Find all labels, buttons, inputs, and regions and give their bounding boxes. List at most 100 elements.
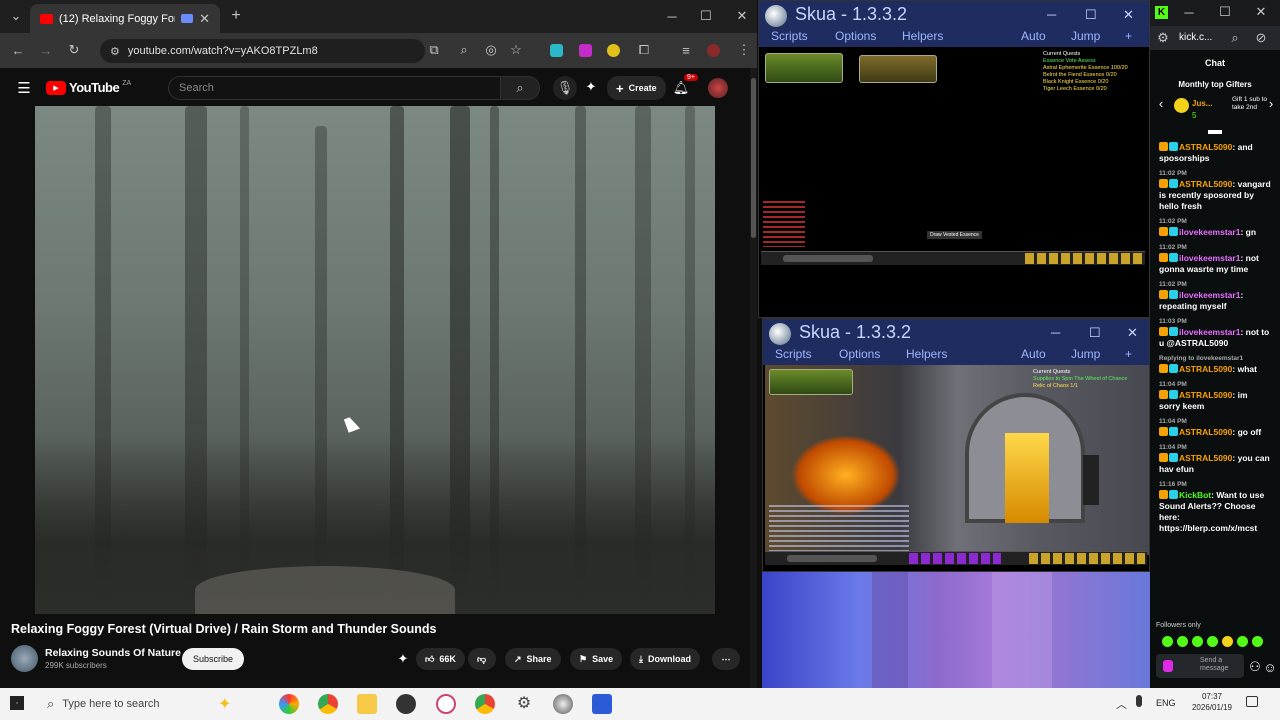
game-viewport[interactable]: Current Quests Supplies to Spin The Whee… bbox=[765, 365, 1149, 555]
close-window-icon[interactable]: ✕ bbox=[734, 8, 750, 24]
close-icon[interactable]: ✕ bbox=[1127, 325, 1138, 341]
chat-message[interactable]: 11:16 PM KickBot: Want to use Sound Alert… bbox=[1150, 477, 1280, 536]
gifter-name[interactable]: Jus... bbox=[1192, 99, 1212, 108]
dislike-button[interactable]: 👎︎ bbox=[468, 648, 496, 670]
back-icon[interactable]: ← bbox=[10, 42, 26, 58]
chevron-right-icon[interactable]: › bbox=[1266, 96, 1276, 111]
maximize-icon[interactable]: ☐ bbox=[1218, 4, 1232, 19]
chat-username[interactable]: ilovekeemstar1 bbox=[1179, 327, 1240, 337]
app-icon[interactable] bbox=[436, 694, 456, 714]
maximize-icon[interactable]: ☐ bbox=[698, 8, 714, 24]
channel-avatar[interactable] bbox=[11, 645, 38, 672]
emote-icon[interactable] bbox=[1162, 636, 1173, 647]
chevron-left-icon[interactable]: ‹ bbox=[1156, 96, 1166, 111]
chat-username[interactable]: ASTRAL5090 bbox=[1179, 427, 1232, 437]
chat-message[interactable]: 11:03 PM ilovekeemstar1: not to u @ASTRAL… bbox=[1150, 314, 1280, 351]
tray-chevron-icon[interactable]: ︿ bbox=[1116, 696, 1127, 712]
extension-icon[interactable] bbox=[579, 44, 592, 57]
menu-plus[interactable]: + bbox=[1125, 347, 1132, 361]
chat-message[interactable]: Replying to ilovekeemstar1 ASTRAL5090: wh… bbox=[1150, 351, 1280, 377]
chrome-icon[interactable] bbox=[318, 694, 338, 714]
tracking-icon[interactable]: ◎ bbox=[483, 42, 499, 58]
minimize-icon[interactable]: ─ bbox=[1182, 5, 1196, 20]
gemini-icon[interactable]: ✦ bbox=[582, 78, 600, 96]
settings-icon[interactable]: ⚙ bbox=[1156, 30, 1170, 45]
obs-icon[interactable] bbox=[396, 694, 416, 714]
install-icon[interactable]: ⧉ bbox=[426, 42, 442, 58]
chat-username[interactable]: ilovekeemstar1 bbox=[1179, 227, 1240, 237]
chat-username[interactable]: ASTRAL5090 bbox=[1179, 179, 1232, 189]
maximize-icon[interactable]: ☐ bbox=[1085, 7, 1097, 23]
create-button[interactable]: + Create bbox=[607, 76, 666, 100]
emote-icon[interactable] bbox=[1252, 636, 1263, 647]
search-icon[interactable]: ⌕ bbox=[500, 76, 540, 100]
extensions-puzzle-icon[interactable]: ⧠ bbox=[636, 42, 652, 58]
chat-message[interactable]: 11:04 PM ASTRAL5090: you can hav efun bbox=[1150, 440, 1280, 477]
site-info-icon[interactable]: ⚙ bbox=[110, 45, 120, 58]
menu-jump[interactable]: Jump bbox=[1071, 29, 1100, 43]
emote-row[interactable] bbox=[1162, 636, 1263, 647]
chrome-profile-icon[interactable] bbox=[475, 694, 495, 714]
chat-username[interactable]: ilovekeemstar1 bbox=[1179, 290, 1240, 300]
menu-scripts[interactable]: Scripts bbox=[775, 347, 812, 361]
address-bar[interactable]: ⚙ youtube.com/watch?v=yAKO8TPZLm8 bbox=[100, 39, 425, 63]
chat-username[interactable]: ASTRAL5090 bbox=[1179, 364, 1232, 374]
game-viewport[interactable]: Current Quests Essence Vote Assess Astra… bbox=[761, 47, 1149, 269]
search-icon[interactable]: ⌕ bbox=[1228, 30, 1242, 45]
emote-icon[interactable] bbox=[1222, 636, 1233, 647]
menu-helpers[interactable]: Helpers bbox=[906, 347, 947, 361]
language-indicator[interactable]: ENG bbox=[1156, 698, 1176, 708]
skua-taskbar-icon[interactable] bbox=[553, 694, 573, 714]
chat-username[interactable]: ilovekeemstar1 bbox=[1179, 253, 1240, 263]
tab-close-icon[interactable]: ✕ bbox=[199, 11, 210, 27]
file-explorer-icon[interactable] bbox=[357, 694, 377, 714]
emote-icon[interactable] bbox=[1177, 636, 1188, 647]
menu-plus[interactable]: + bbox=[1125, 29, 1132, 43]
page-scrollbar[interactable] bbox=[750, 68, 757, 688]
profile-avatar[interactable] bbox=[707, 44, 720, 57]
emote-picker-icon[interactable]: ☺ bbox=[1263, 660, 1277, 675]
game-action-bar[interactable] bbox=[761, 251, 1145, 265]
maximize-icon[interactable]: ☐ bbox=[1089, 325, 1101, 341]
avatar[interactable] bbox=[708, 78, 728, 98]
notification-center-icon[interactable] bbox=[1246, 696, 1258, 707]
taskbar-search[interactable]: ⌕ Type here to search bbox=[35, 692, 235, 716]
chat-message[interactable]: 11:04 PM ASTRAL5090: im sorry keem bbox=[1150, 377, 1280, 414]
mic-tray-icon[interactable] bbox=[1136, 695, 1142, 707]
share-button[interactable]: ↗ Share bbox=[505, 648, 561, 670]
start-icon[interactable] bbox=[10, 696, 24, 710]
bell-icon[interactable]: 🔔︎ bbox=[672, 79, 690, 97]
forward-icon[interactable]: → bbox=[38, 42, 54, 58]
chat-username[interactable]: ASTRAL5090 bbox=[1179, 390, 1232, 400]
chat-message[interactable]: 11:02 PM ilovekeemstar1: repeating myself bbox=[1150, 277, 1280, 314]
gift-cta[interactable]: Gift 1 sub to take 2nd bbox=[1232, 96, 1268, 112]
settings-icon[interactable]: ⚙ bbox=[514, 694, 534, 714]
new-tab-icon[interactable]: + bbox=[228, 7, 244, 24]
menu-options[interactable]: Options bbox=[839, 347, 880, 361]
hide-icon[interactable]: ⊘ bbox=[1254, 30, 1268, 45]
game-action-bar[interactable] bbox=[765, 551, 1147, 565]
minimize-icon[interactable]: ─ bbox=[664, 8, 680, 24]
gemini-ask-icon[interactable]: ✦ bbox=[394, 650, 412, 668]
menu-jump[interactable]: Jump bbox=[1071, 347, 1100, 361]
chat-input[interactable]: Send a message bbox=[1156, 654, 1244, 678]
subscribe-button[interactable]: Subscribe bbox=[182, 648, 244, 670]
menu-scripts[interactable]: Scripts bbox=[771, 29, 808, 43]
emote-icon[interactable] bbox=[1192, 636, 1203, 647]
chat-message[interactable]: 11:04 PM ASTRAL5090: go off bbox=[1150, 414, 1280, 440]
chat-message[interactable]: 11:02 PM ilovekeemstar1: gn bbox=[1150, 214, 1280, 240]
like-button[interactable]: 👍︎ 66K bbox=[416, 648, 465, 670]
chat-username[interactable]: KickBot bbox=[1179, 490, 1211, 500]
hamburger-menu-icon[interactable]: ☰ bbox=[16, 80, 32, 97]
reload-icon[interactable]: ↻ bbox=[66, 42, 82, 58]
menu-auto[interactable]: Auto bbox=[1021, 29, 1046, 43]
chat-message[interactable]: 11:02 PM ASTRAL5090: vangard is recently … bbox=[1150, 166, 1280, 214]
more-actions-button[interactable]: ⋯ bbox=[712, 648, 740, 670]
clock[interactable]: 07:37 2026/01/19 bbox=[1186, 691, 1238, 713]
menu-kebab-icon[interactable]: ⋮ bbox=[736, 42, 752, 58]
search-highlight-icon[interactable]: ✦ bbox=[218, 694, 231, 714]
bookmark-star-icon[interactable]: ☆ bbox=[508, 42, 524, 58]
zoom-icon[interactable]: ⌕ bbox=[456, 42, 472, 58]
youtube-logo[interactable]: ▶ YouTube ZA bbox=[46, 80, 131, 95]
voice-search-icon[interactable]: 🎙 bbox=[553, 76, 577, 100]
